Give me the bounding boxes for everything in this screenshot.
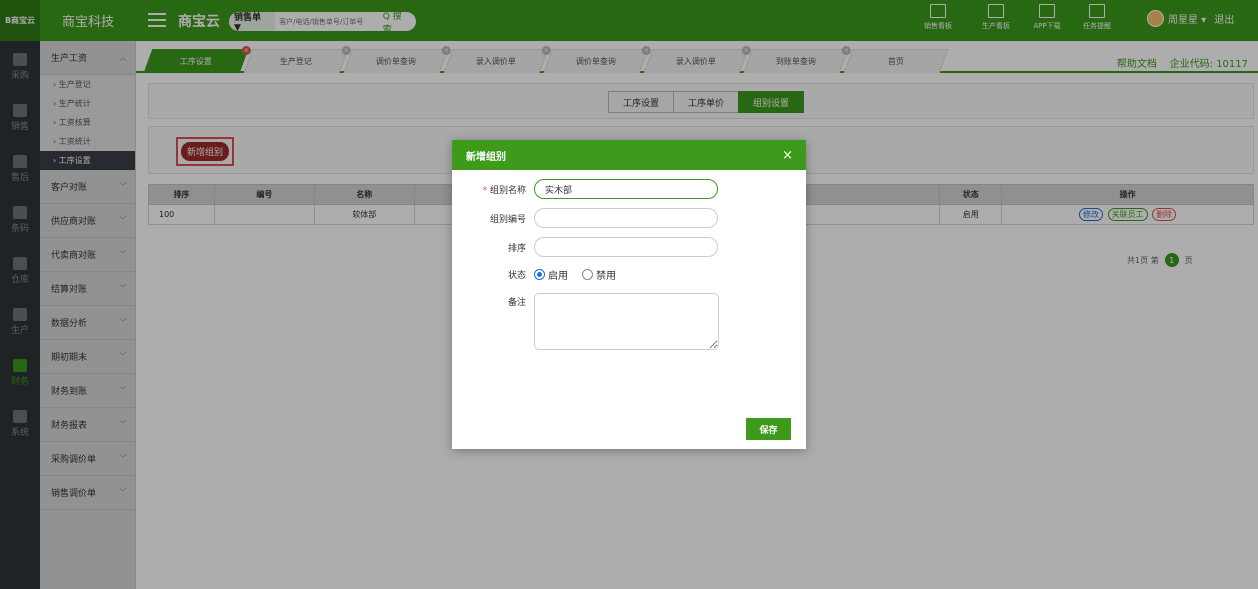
order-label: 排序 [507,243,526,254]
group-code-input[interactable] [534,208,718,228]
field-status: 状态 启用 禁用 [452,267,630,282]
group-code-label: 组别编号 [489,214,526,225]
status-enabled-radio[interactable]: 启用 [534,267,568,282]
save-button[interactable]: 保存 [746,418,791,440]
dialog-header: 新增组别 × [452,140,806,170]
add-group-dialog: 新增组别 × * 组别名称 组别编号 排序 状态 启用 禁用 备注 保存 [452,140,806,449]
field-remark: 备注 [452,293,719,350]
order-input[interactable] [534,237,718,257]
dialog-title: 新增组别 [466,151,506,163]
close-icon[interactable]: × [782,148,793,163]
group-name-label: * 组别名称 [482,185,526,196]
status-label: 状态 [507,271,526,281]
status-disabled-radio[interactable]: 禁用 [582,267,616,282]
field-group-name: * 组别名称 [452,179,718,199]
radio-checked-icon [534,269,545,280]
field-group-code: 组别编号 [452,208,718,228]
radio-label: 禁用 [596,271,616,282]
label-text: 组别名称 [489,185,526,196]
radio-unchecked-icon [582,269,593,280]
radio-label: 启用 [548,271,568,282]
group-name-input[interactable] [534,179,718,199]
field-order: 排序 [452,237,718,257]
remark-textarea[interactable] [534,293,719,350]
remark-label: 备注 [507,298,526,308]
